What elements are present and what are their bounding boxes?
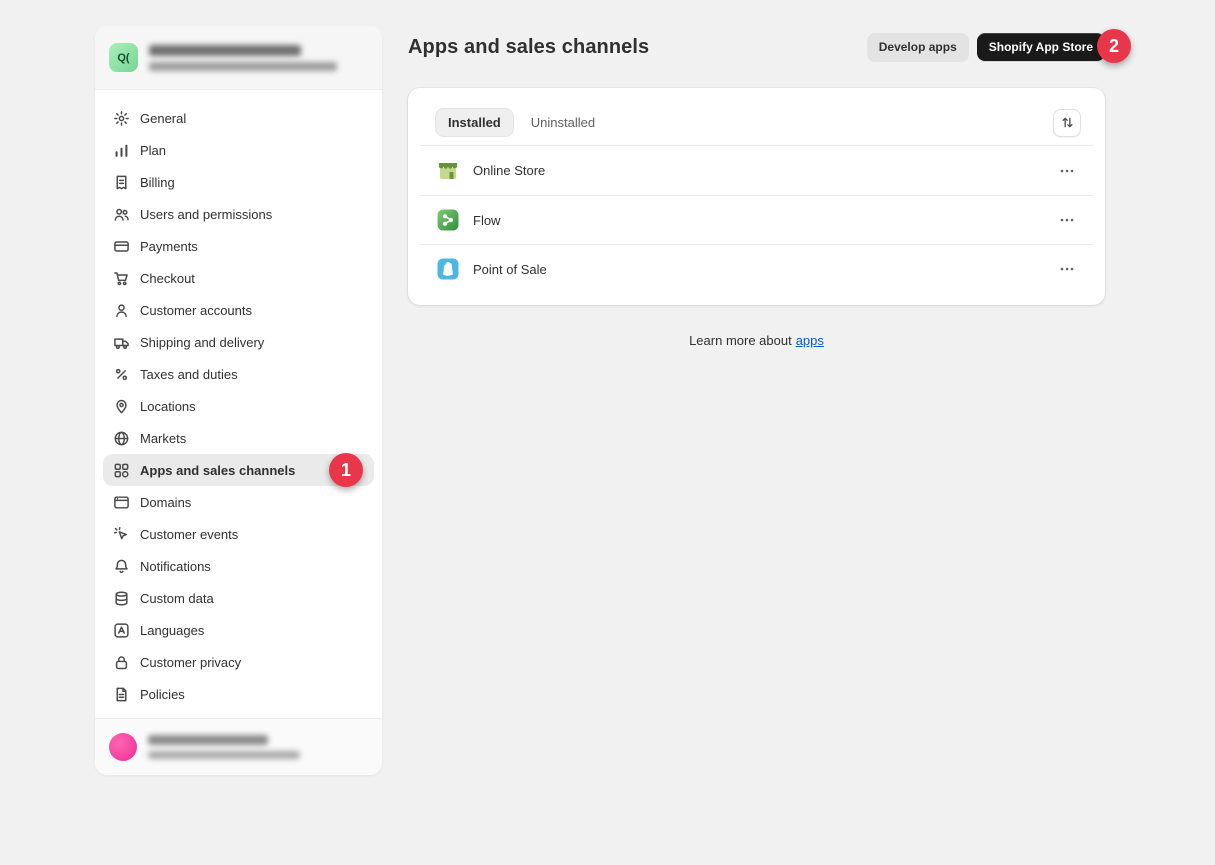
account-email-redacted xyxy=(148,751,300,759)
page-header: Apps and sales channels Develop apps Sho… xyxy=(408,33,1105,61)
shopify-app-store-button[interactable]: Shopify App Store xyxy=(977,33,1105,61)
sidebar-item-apps-and-sales-channels[interactable]: Apps and sales channels 1 xyxy=(103,454,374,486)
annotation-badge-1: 1 xyxy=(329,453,363,487)
apps-card: InstalledUninstalled Online Store Flow P… xyxy=(408,88,1105,305)
plan-icon xyxy=(113,142,130,159)
custom-data-icon xyxy=(113,590,130,607)
policies-icon xyxy=(113,686,130,703)
store-email-redacted xyxy=(149,62,337,71)
online-store-icon xyxy=(436,159,460,183)
sidebar-item-shipping-and-delivery[interactable]: Shipping and delivery xyxy=(103,326,374,358)
apps-icon xyxy=(113,462,130,479)
markets-icon xyxy=(113,430,130,447)
sidebar-item-taxes-and-duties[interactable]: Taxes and duties xyxy=(103,358,374,390)
sidebar-item-customer-events[interactable]: Customer events xyxy=(103,518,374,550)
sidebar-item-customer-privacy[interactable]: Customer privacy xyxy=(103,646,374,678)
sort-arrows-icon xyxy=(1060,115,1075,130)
apps-tabs: InstalledUninstalled xyxy=(420,100,1093,146)
payments-icon xyxy=(113,238,130,255)
notifications-icon xyxy=(113,558,130,575)
sidebar-item-languages[interactable]: Languages xyxy=(103,614,374,646)
account-name-redacted xyxy=(148,735,268,745)
annotation-badge-2: 2 xyxy=(1097,29,1131,63)
app-row-point-of-sale[interactable]: Point of Sale xyxy=(420,244,1093,293)
sidebar-item-custom-data[interactable]: Custom data xyxy=(103,582,374,614)
sidebar-item-markets[interactable]: Markets xyxy=(103,422,374,454)
locations-icon xyxy=(113,398,130,415)
sidebar-item-checkout[interactable]: Checkout xyxy=(103,262,374,294)
point-of-sale-icon xyxy=(436,257,460,281)
sidebar-item-customer-accounts[interactable]: Customer accounts xyxy=(103,294,374,326)
apps-list: Online Store Flow Point of Sale xyxy=(420,146,1093,293)
sidebar-item-billing[interactable]: Billing xyxy=(103,166,374,198)
horizontal-dots-icon xyxy=(1059,163,1075,179)
develop-apps-button[interactable]: Develop apps xyxy=(867,33,969,61)
apps-link[interactable]: apps xyxy=(796,333,824,348)
checkout-icon xyxy=(113,270,130,287)
billing-icon xyxy=(113,174,130,191)
customer-events-icon xyxy=(113,526,130,543)
app-row-online-store[interactable]: Online Store xyxy=(420,146,1093,195)
shipping-icon xyxy=(113,334,130,351)
sidebar-item-notifications[interactable]: Notifications xyxy=(103,550,374,582)
page-title: Apps and sales channels xyxy=(408,36,649,59)
taxes-icon xyxy=(113,366,130,383)
customer-accounts-icon xyxy=(113,302,130,319)
horizontal-dots-icon xyxy=(1059,261,1075,277)
languages-icon xyxy=(113,622,130,639)
learn-more-text: Learn more about apps xyxy=(408,333,1105,348)
sidebar-item-general[interactable]: General xyxy=(103,102,374,134)
customer-privacy-icon xyxy=(113,654,130,671)
sidebar-item-payments[interactable]: Payments xyxy=(103,230,374,262)
row-menu-button[interactable] xyxy=(1053,157,1081,185)
domains-icon xyxy=(113,494,130,511)
tab-uninstalled[interactable]: Uninstalled xyxy=(519,109,607,136)
sidebar-menu: General Plan Billing Users and permissio… xyxy=(95,90,382,718)
settings-sidebar: Q( General Plan Billing Users and permis… xyxy=(95,26,382,775)
store-profile: Q( xyxy=(95,26,382,90)
tab-installed[interactable]: Installed xyxy=(436,109,513,136)
store-name-redacted xyxy=(149,45,301,56)
row-menu-button[interactable] xyxy=(1053,206,1081,234)
store-avatar: Q( xyxy=(109,43,138,72)
app-row-flow[interactable]: Flow xyxy=(420,195,1093,244)
sidebar-item-locations[interactable]: Locations xyxy=(103,390,374,422)
sidebar-item-users-and-permissions[interactable]: Users and permissions xyxy=(103,198,374,230)
row-menu-button[interactable] xyxy=(1053,255,1081,283)
sidebar-item-policies[interactable]: Policies xyxy=(103,678,374,710)
shopify-settings-page: { "colors": { "annotation": "#e8364b", "… xyxy=(0,0,1215,865)
general-icon xyxy=(113,110,130,127)
sort-button[interactable] xyxy=(1053,109,1081,137)
sidebar-item-domains[interactable]: Domains xyxy=(103,486,374,518)
users-icon xyxy=(113,206,130,223)
account-avatar xyxy=(109,733,137,761)
horizontal-dots-icon xyxy=(1059,212,1075,228)
sidebar-item-plan[interactable]: Plan xyxy=(103,134,374,166)
flow-icon xyxy=(436,208,460,232)
account-profile xyxy=(95,718,382,775)
